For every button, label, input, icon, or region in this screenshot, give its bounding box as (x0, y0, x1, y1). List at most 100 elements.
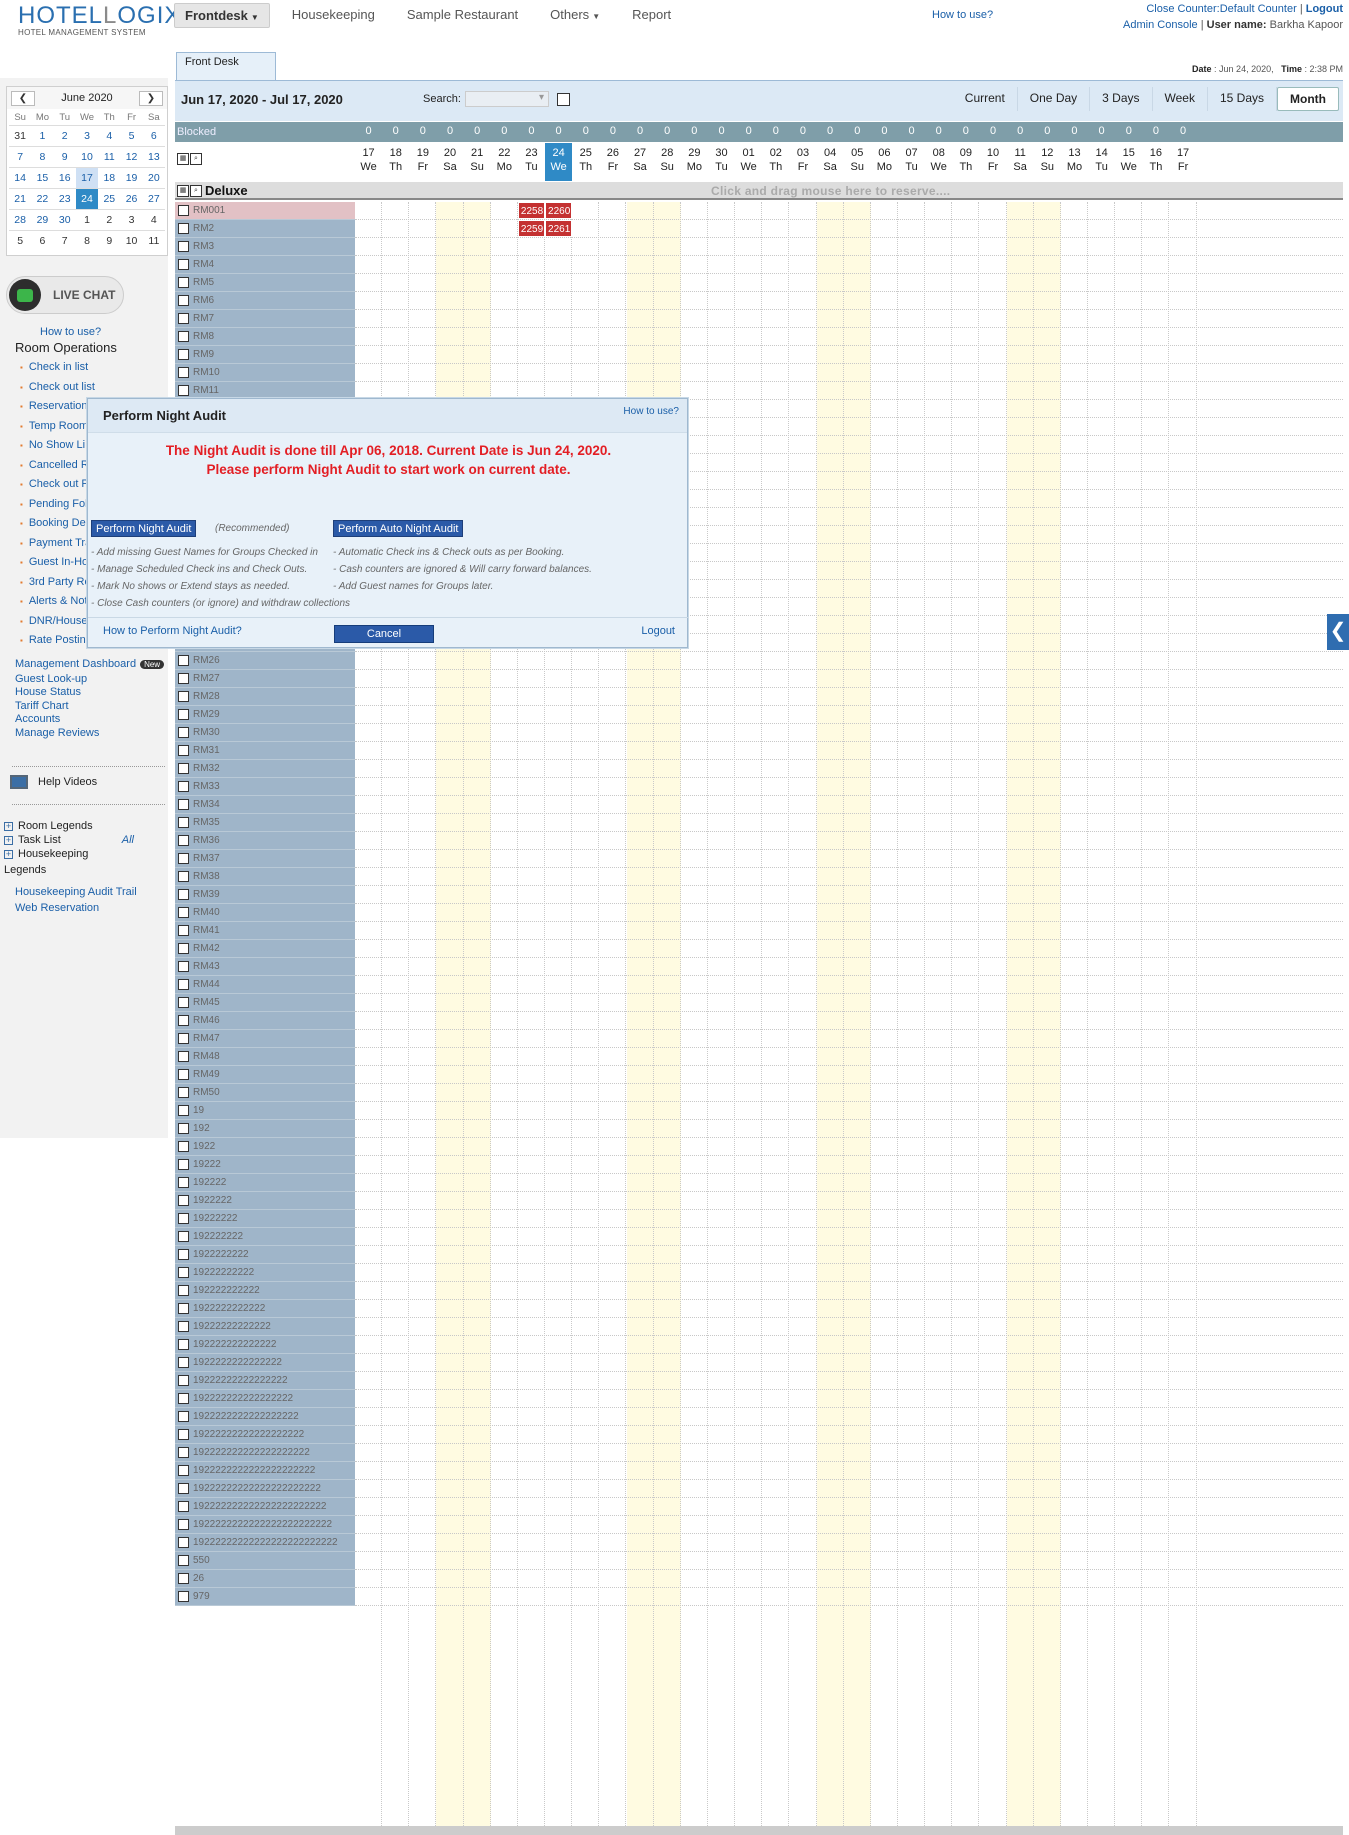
room-label[interactable]: 1922222 (175, 1192, 355, 1210)
room-label[interactable]: RM49 (175, 1066, 355, 1084)
view-one-day[interactable]: One Day (1018, 87, 1091, 111)
room-label[interactable]: RM46 (175, 1012, 355, 1030)
day-column[interactable] (952, 202, 980, 1826)
room-label[interactable]: 979 (175, 1588, 355, 1606)
room-label[interactable]: 1922222222222222222 (175, 1408, 355, 1426)
room-label[interactable]: 19222222222222 (175, 1318, 355, 1336)
day-header[interactable]: 27 Sa (627, 143, 654, 181)
room-label[interactable]: 192222222222222222222222 (175, 1498, 355, 1516)
calendar-day[interactable]: 5 (120, 125, 143, 146)
calendar-day[interactable]: 9 (98, 230, 121, 251)
nav-sample-restaurant[interactable]: Sample Restaurant (397, 3, 528, 28)
view-month[interactable]: Month (1277, 87, 1339, 111)
room-label[interactable]: RM9 (175, 346, 355, 364)
room-label[interactable]: RM37 (175, 850, 355, 868)
calendar-day[interactable]: 14 (9, 167, 32, 188)
day-header[interactable]: 17 Fr (1170, 143, 1197, 181)
room-label[interactable]: 192 (175, 1120, 355, 1138)
calendar-day[interactable]: 8 (31, 146, 54, 167)
calendar-day[interactable]: 25 (98, 188, 121, 209)
room-label[interactable]: RM33 (175, 778, 355, 796)
room-label[interactable]: 192222222 (175, 1228, 355, 1246)
day-header[interactable]: 07 Tu (898, 143, 925, 181)
room-label[interactable]: RM44 (175, 976, 355, 994)
room-label[interactable]: RM28 (175, 688, 355, 706)
day-header[interactable]: 01 We (735, 143, 762, 181)
day-column[interactable] (816, 202, 844, 1826)
room-checkbox[interactable] (178, 1321, 189, 1332)
day-header[interactable]: 04 Sa (817, 143, 844, 181)
room-checkbox[interactable] (178, 709, 189, 720)
zoom-icon[interactable]: ⌕ (190, 153, 202, 165)
day-header[interactable]: 22 Mo (491, 143, 518, 181)
cancel-button[interactable]: Cancel (334, 625, 434, 643)
room-label[interactable]: RM7 (175, 310, 355, 328)
day-column[interactable] (1142, 202, 1170, 1826)
room-checkbox[interactable] (178, 1555, 189, 1566)
room-label[interactable]: 19222222 (175, 1210, 355, 1228)
room-checkbox[interactable] (178, 655, 189, 666)
room-checkbox[interactable] (178, 889, 189, 900)
room-checkbox[interactable] (178, 1033, 189, 1044)
calendar-day[interactable]: 18 (98, 167, 121, 188)
room-checkbox[interactable] (178, 1069, 189, 1080)
calendar-day[interactable]: 15 (31, 167, 54, 188)
day-header[interactable]: 28 Su (654, 143, 681, 181)
room-checkbox[interactable] (178, 1519, 189, 1530)
calendar-day[interactable]: 2 (98, 209, 121, 230)
day-column[interactable] (979, 202, 1007, 1826)
management-link[interactable]: Tariff Chart (15, 700, 69, 712)
room-checkbox[interactable] (178, 1429, 189, 1440)
management-link[interactable]: Management Dashboard (15, 658, 136, 670)
room-checkbox[interactable] (178, 1411, 189, 1422)
room-label[interactable]: RM2 (175, 220, 355, 238)
day-header[interactable]: 13 Mo (1061, 143, 1088, 181)
nav-others[interactable]: Others ▼ (540, 3, 610, 28)
calendar-day[interactable]: 3 (120, 209, 143, 230)
calendar-day[interactable]: 1 (75, 209, 99, 230)
room-checkbox[interactable] (178, 205, 189, 216)
room-label[interactable]: RM40 (175, 904, 355, 922)
day-header[interactable]: 24 We (545, 143, 573, 181)
room-label[interactable]: 192222222222222222222 (175, 1444, 355, 1462)
logout-link[interactable]: Logout (1306, 3, 1343, 15)
room-checkbox[interactable] (178, 349, 189, 360)
view-15-days[interactable]: 15 Days (1208, 87, 1278, 111)
how-to-perform-audit-link[interactable]: How to Perform Night Audit? (103, 625, 242, 637)
room-label[interactable]: RM30 (175, 724, 355, 742)
day-header[interactable]: 23 Tu (518, 143, 545, 181)
dialog-how-to-use-link[interactable]: How to use? (623, 406, 679, 417)
room-label[interactable]: RM38 (175, 868, 355, 886)
calendar-day[interactable]: 21 (9, 188, 32, 209)
room-checkbox[interactable] (178, 1051, 189, 1062)
calendar-day[interactable]: 31 (9, 125, 32, 146)
room-label[interactable]: RM001 (175, 202, 355, 220)
calendar-day[interactable]: 24 (75, 188, 99, 209)
calendar-day[interactable]: 8 (75, 230, 99, 251)
room-checkbox[interactable] (178, 385, 189, 396)
room-label[interactable]: 1922222222222 (175, 1300, 355, 1318)
view-week[interactable]: Week (1153, 87, 1208, 111)
dialog-logout-link[interactable]: Logout (641, 625, 675, 637)
room-checkbox[interactable] (178, 1141, 189, 1152)
day-header[interactable]: 09 Th (952, 143, 979, 181)
room-checkbox[interactable] (178, 277, 189, 288)
room-label[interactable]: 19222222222 (175, 1264, 355, 1282)
search-checkbox[interactable] (557, 93, 570, 106)
room-checkbox[interactable] (178, 241, 189, 252)
hotelogix-logo[interactable]: HOTELLOGIX HOTEL MANAGEMENT SYSTEM (18, 2, 181, 37)
calendar-day[interactable]: 6 (142, 125, 165, 146)
day-header[interactable]: 15 We (1115, 143, 1142, 181)
room-checkbox[interactable] (178, 781, 189, 792)
day-header[interactable]: 10 Fr (979, 143, 1006, 181)
room-checkbox[interactable] (178, 1159, 189, 1170)
room-checkbox[interactable] (178, 1447, 189, 1458)
management-link[interactable]: Accounts (15, 713, 60, 725)
nav-housekeeping[interactable]: Housekeeping (282, 3, 385, 28)
management-link[interactable]: Manage Reviews (15, 727, 99, 739)
calendar-day[interactable]: 12 (120, 146, 143, 167)
room-checkbox[interactable] (178, 673, 189, 684)
day-column[interactable] (1170, 202, 1197, 1826)
room-checkbox[interactable] (178, 1231, 189, 1242)
day-column[interactable] (925, 202, 953, 1826)
